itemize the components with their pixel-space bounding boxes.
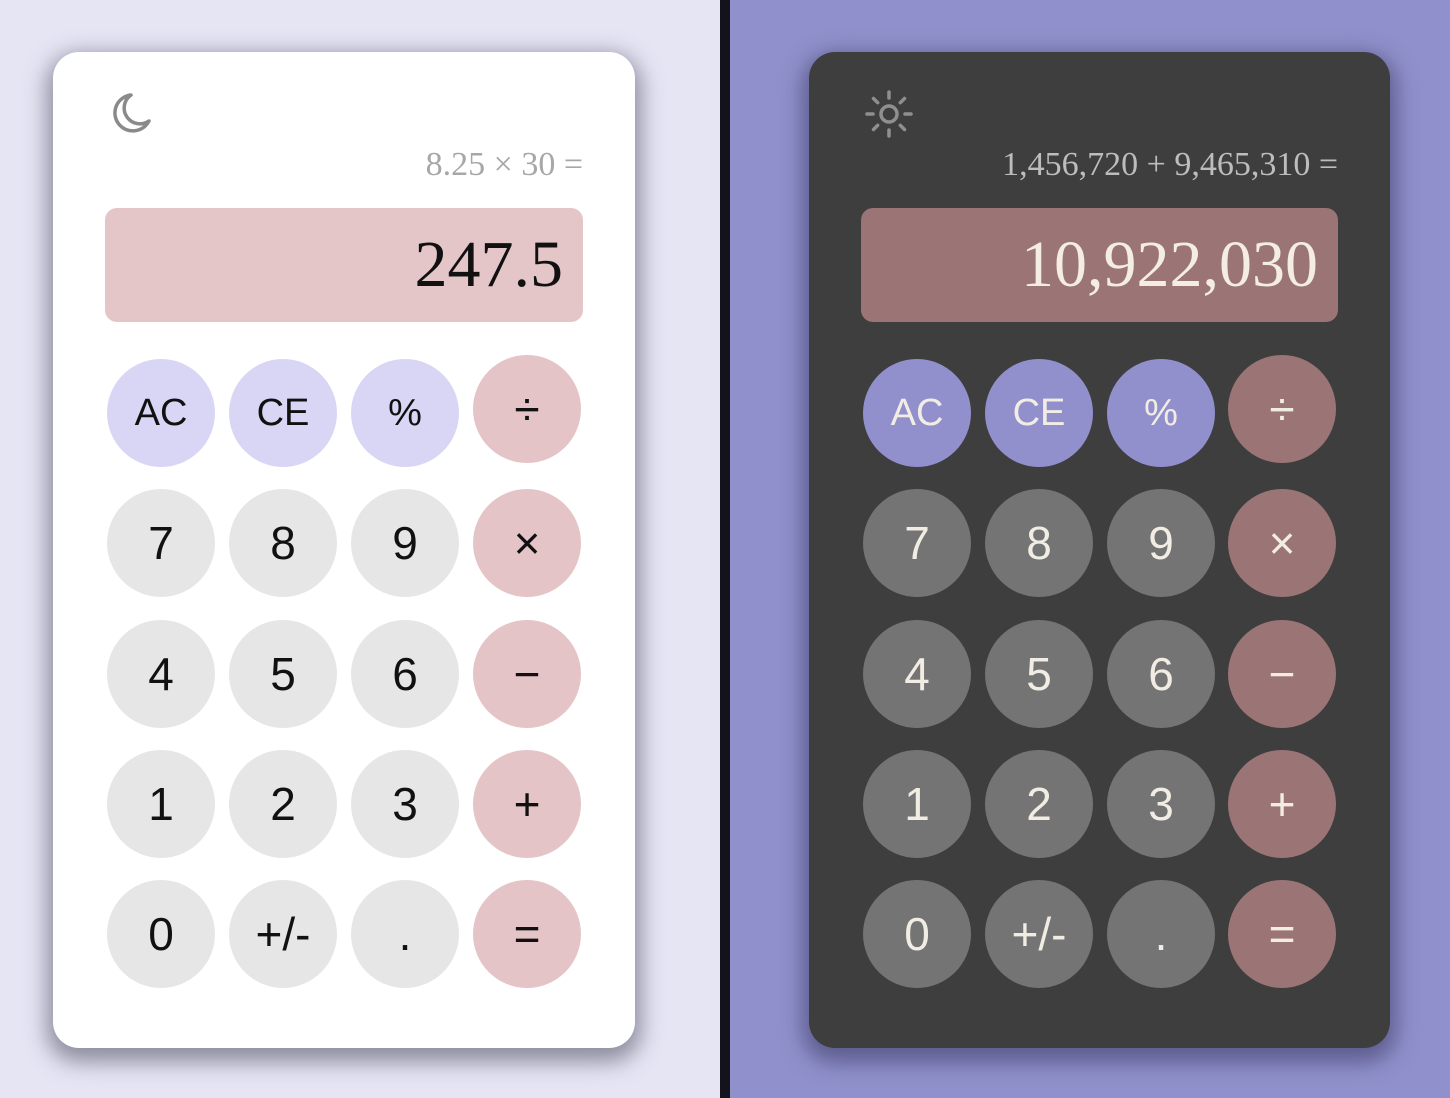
key-clear-entry[interactable]: CE: [229, 359, 337, 467]
sun-icon: [865, 90, 913, 138]
key-divide[interactable]: ÷: [1228, 355, 1336, 463]
key-9[interactable]: 9: [351, 489, 459, 597]
key-decimal[interactable]: .: [351, 880, 459, 988]
expression-text: 8.25 × 30 =: [425, 146, 583, 183]
key-0[interactable]: 0: [107, 880, 215, 988]
key-percent[interactable]: %: [1107, 359, 1215, 467]
key-subtract[interactable]: −: [473, 620, 581, 728]
key-add[interactable]: +: [1228, 750, 1336, 858]
light-theme-panel: 8.25 × 30 = 247.5 AC CE % ÷ 7 8 9 × 4 5 …: [0, 0, 720, 1098]
theme-toggle-button[interactable]: [105, 86, 161, 142]
key-subtract[interactable]: −: [1228, 620, 1336, 728]
key-multiply[interactable]: ×: [473, 489, 581, 597]
key-7[interactable]: 7: [863, 489, 971, 597]
key-3[interactable]: 3: [351, 750, 459, 858]
key-percent[interactable]: %: [351, 359, 459, 467]
keypad: AC CE % ÷ 7 8 9 × 4 5 6 − 1 2 3 + 0 +/- …: [107, 355, 581, 995]
calculator-dark: 1,456,720 + 9,465,310 = 10,922,030 AC CE…: [809, 52, 1390, 1048]
key-toggle-sign[interactable]: +/-: [985, 880, 1093, 988]
keypad: AC CE % ÷ 7 8 9 × 4 5 6 − 1 2 3 + 0 +/- …: [863, 355, 1337, 995]
expression-text: 1,456,720 + 9,465,310 =: [1002, 146, 1338, 183]
key-3[interactable]: 3: [1107, 750, 1215, 858]
moon-icon: [113, 93, 151, 133]
panel-divider: [720, 0, 730, 1098]
key-equals[interactable]: =: [473, 880, 581, 988]
key-5[interactable]: 5: [229, 620, 337, 728]
key-divide[interactable]: ÷: [473, 355, 581, 463]
key-6[interactable]: 6: [1107, 620, 1215, 728]
result-display: 10,922,030: [861, 208, 1338, 322]
key-1[interactable]: 1: [863, 750, 971, 858]
key-clear-entry[interactable]: CE: [985, 359, 1093, 467]
key-5[interactable]: 5: [985, 620, 1093, 728]
key-decimal[interactable]: .: [1107, 880, 1215, 988]
theme-toggle-button[interactable]: [861, 86, 917, 142]
key-add[interactable]: +: [473, 750, 581, 858]
result-display: 247.5: [105, 208, 583, 322]
key-8[interactable]: 8: [229, 489, 337, 597]
key-9[interactable]: 9: [1107, 489, 1215, 597]
key-1[interactable]: 1: [107, 750, 215, 858]
key-6[interactable]: 6: [351, 620, 459, 728]
key-all-clear[interactable]: AC: [863, 359, 971, 467]
key-4[interactable]: 4: [863, 620, 971, 728]
dark-theme-panel: 1,456,720 + 9,465,310 = 10,922,030 AC CE…: [730, 0, 1450, 1098]
key-all-clear[interactable]: AC: [107, 359, 215, 467]
key-toggle-sign[interactable]: +/-: [229, 880, 337, 988]
key-equals[interactable]: =: [1228, 880, 1336, 988]
key-2[interactable]: 2: [985, 750, 1093, 858]
key-8[interactable]: 8: [985, 489, 1093, 597]
key-multiply[interactable]: ×: [1228, 489, 1336, 597]
key-0[interactable]: 0: [863, 880, 971, 988]
key-7[interactable]: 7: [107, 489, 215, 597]
key-4[interactable]: 4: [107, 620, 215, 728]
key-2[interactable]: 2: [229, 750, 337, 858]
calculator-light: 8.25 × 30 = 247.5 AC CE % ÷ 7 8 9 × 4 5 …: [53, 52, 635, 1048]
